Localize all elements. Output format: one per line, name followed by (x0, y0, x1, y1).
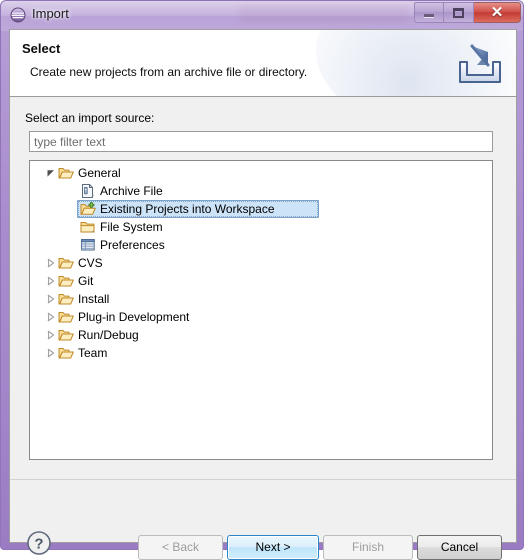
tree-item-archive-file[interactable]: Archive File (30, 182, 492, 200)
tree-item-git[interactable]: Git (30, 272, 492, 290)
tree-item-run-debug[interactable]: Run/Debug (30, 326, 492, 344)
open-folder-icon (58, 327, 74, 343)
tree-item-general[interactable]: General (30, 164, 492, 182)
page-title: Select (22, 41, 61, 56)
tree-rows-container: General Archive File Existing Projects int… (30, 164, 492, 362)
import-source-tree[interactable]: General Archive File Existing Projects int… (29, 160, 493, 460)
filter-input[interactable] (29, 131, 493, 152)
tree-item-label: Git (78, 274, 94, 288)
expand-arrow-down-icon[interactable] (44, 164, 58, 182)
archive-file-icon (80, 183, 96, 199)
dialog-body: Select an import source: General Archive … (10, 97, 516, 477)
tree-item-file-system[interactable]: File System (30, 218, 492, 236)
expand-arrow-right-icon[interactable] (44, 272, 58, 290)
open-folder-icon (58, 345, 74, 361)
import-project-folder-icon (80, 201, 96, 217)
import-arrow-into-tray-icon (454, 40, 506, 88)
page-description: Create new projects from an archive file… (30, 65, 308, 79)
expand-arrow-right-icon[interactable] (44, 326, 58, 344)
tree-item-label: CVS (78, 256, 103, 270)
finish-button[interactable]: Finish (323, 535, 413, 560)
open-folder-icon (58, 291, 74, 307)
open-folder-icon (58, 255, 74, 271)
tree-item-label: File System (100, 220, 163, 234)
window-title: Import (32, 6, 69, 21)
tree-item-team[interactable]: Team (30, 344, 492, 362)
expand-arrow-right-icon[interactable] (44, 254, 58, 272)
maximize-icon[interactable] (444, 2, 474, 23)
window-controls: ✕ (414, 2, 521, 23)
dialog-client-area: Select Create new projects from an archi… (9, 29, 517, 560)
next-button[interactable]: Next > (227, 535, 319, 560)
import-dialog-window: Import ✕ Select Create new projects from… (0, 0, 524, 560)
tree-item-preferences[interactable]: Preferences (30, 236, 492, 254)
open-folder-icon (58, 165, 74, 181)
preferences-grid-icon (80, 237, 96, 253)
tree-item-label: Run/Debug (78, 328, 139, 342)
open-folder-icon (58, 273, 74, 289)
tree-item-plug-in-development[interactable]: Plug-in Development (30, 308, 492, 326)
dialog-button-bar: ? < Back Next > Finish Cancel (10, 480, 516, 560)
expand-arrow-right-icon[interactable] (44, 290, 58, 308)
tree-item-label: Existing Projects into Workspace (100, 202, 275, 216)
tree-item-label: General (78, 166, 121, 180)
open-folder-icon (58, 309, 74, 325)
wizard-banner: Select Create new projects from an archi… (10, 30, 516, 97)
back-button[interactable]: < Back (138, 535, 223, 560)
expand-arrow-right-icon[interactable] (44, 308, 58, 326)
eclipse-globe-icon (10, 7, 26, 23)
help-icon[interactable]: ? (26, 530, 52, 556)
tree-item-install[interactable]: Install (30, 290, 492, 308)
cancel-button[interactable]: Cancel (417, 535, 502, 560)
tree-item-label: Team (78, 346, 108, 360)
title-bar[interactable]: Import ✕ (1, 1, 524, 29)
close-icon[interactable]: ✕ (474, 2, 521, 23)
tree-item-label: Archive File (100, 184, 163, 198)
expand-arrow-right-icon[interactable] (44, 344, 58, 362)
tree-item-cvs[interactable]: CVS (30, 254, 492, 272)
minimize-icon[interactable] (414, 2, 444, 23)
closed-folder-icon (80, 219, 96, 235)
tree-item-existing-projects-into-workspace[interactable]: Existing Projects into Workspace (30, 200, 492, 218)
import-source-label: Select an import source: (25, 111, 155, 125)
tree-item-label: Plug-in Development (78, 310, 190, 324)
tree-item-label: Preferences (100, 238, 165, 252)
tree-item-label: Install (78, 292, 110, 306)
